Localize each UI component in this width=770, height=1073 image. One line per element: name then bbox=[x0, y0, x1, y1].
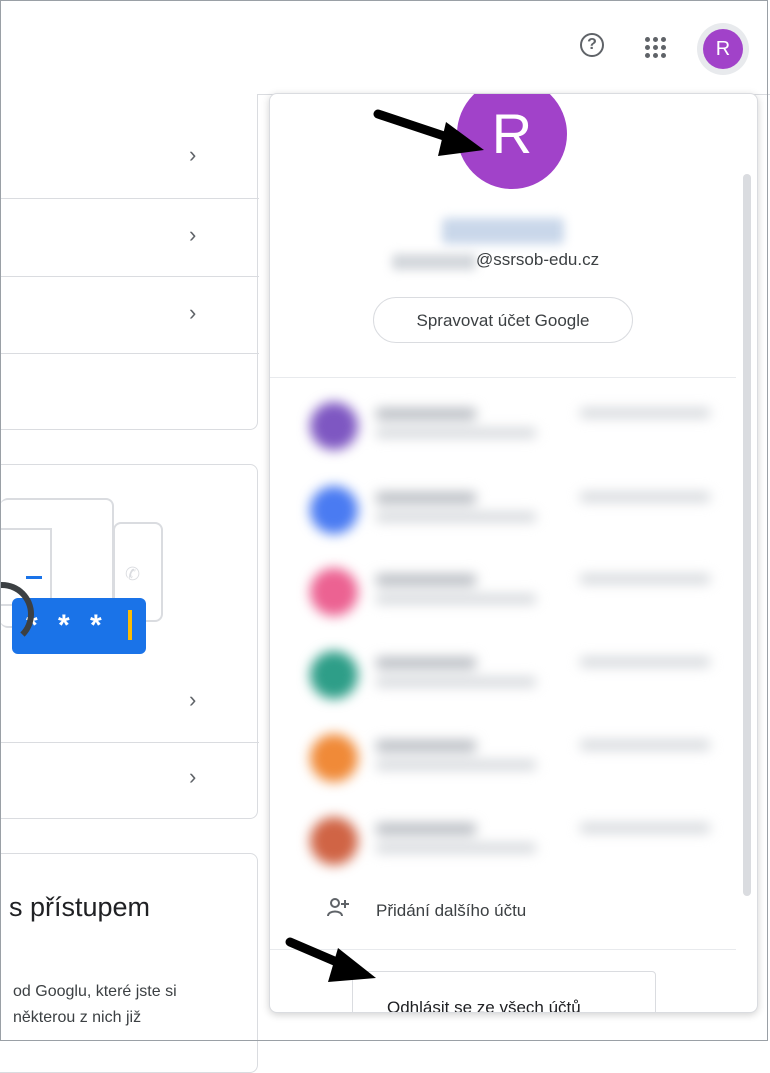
list-item[interactable] bbox=[0, 353, 259, 429]
other-account-item[interactable] bbox=[300, 722, 720, 792]
blurred-account-text bbox=[580, 408, 710, 418]
blurred-email-prefix bbox=[392, 254, 476, 270]
other-account-item[interactable] bbox=[300, 556, 720, 626]
apps-access-card: s přístupem od Googlu, které jste si něk… bbox=[0, 853, 258, 1073]
phone-icon: ✆ bbox=[125, 564, 141, 584]
card-body-text: od Googlu, které jste si některou z nich… bbox=[13, 983, 177, 1026]
blurred-user-name bbox=[442, 218, 564, 244]
blurred-account-text bbox=[580, 574, 710, 584]
blurred-account-text bbox=[376, 574, 476, 586]
help-icon[interactable]: ? bbox=[580, 33, 604, 57]
blurred-account-text bbox=[376, 677, 536, 687]
card-heading: s přístupem bbox=[9, 892, 151, 922]
apps-grid-icon[interactable] bbox=[645, 37, 667, 59]
blurred-account-text bbox=[580, 823, 710, 833]
manage-google-account-button[interactable]: Spravovat účet Google bbox=[373, 297, 633, 343]
account-avatar bbox=[310, 568, 358, 616]
chevron-right-icon: › bbox=[189, 142, 197, 167]
blurred-account-text bbox=[580, 657, 710, 667]
blurred-account-text bbox=[376, 428, 536, 438]
account-avatar bbox=[310, 402, 358, 450]
list-item[interactable]: › bbox=[0, 665, 259, 743]
blurred-account-text bbox=[376, 408, 476, 420]
chevron-right-icon: › bbox=[189, 222, 197, 247]
settings-card: › › › bbox=[0, 94, 259, 430]
account-avatar-button[interactable]: R bbox=[697, 23, 749, 75]
avatar-letter: R bbox=[703, 29, 743, 69]
other-account-item[interactable] bbox=[300, 639, 720, 709]
scrollbar[interactable] bbox=[743, 174, 751, 896]
sign-out-all-button[interactable]: Odhlásit se ze všech účtů bbox=[352, 971, 656, 1012]
account-avatar bbox=[310, 817, 358, 865]
blurred-account-text bbox=[376, 740, 476, 752]
blurred-account-text bbox=[376, 492, 476, 504]
blurred-account-text bbox=[376, 760, 536, 770]
account-switcher-panel: R @ssrsob-edu.cz Spravovat účet Google P… bbox=[269, 93, 758, 1013]
blurred-account-text bbox=[376, 657, 476, 669]
account-avatar bbox=[310, 486, 358, 534]
annotation-arrow-icon bbox=[373, 109, 484, 156]
blurred-account-text bbox=[580, 740, 710, 750]
other-account-item[interactable] bbox=[300, 390, 720, 460]
annotation-arrow-icon bbox=[285, 937, 376, 982]
chevron-right-icon: › bbox=[189, 687, 197, 712]
other-account-item[interactable] bbox=[300, 474, 720, 544]
blurred-account-text bbox=[376, 843, 536, 853]
blurred-account-text bbox=[376, 594, 536, 604]
blurred-account-text bbox=[580, 492, 710, 502]
add-account-link[interactable]: Přidání dalšího účtu bbox=[376, 901, 526, 921]
list-item[interactable]: › bbox=[0, 198, 259, 277]
blurred-account-text bbox=[376, 512, 536, 522]
add-person-icon bbox=[326, 897, 350, 925]
illustration-caret bbox=[128, 610, 132, 640]
blurred-account-text bbox=[376, 823, 476, 835]
chevron-right-icon: › bbox=[189, 300, 197, 325]
list-item[interactable]: › bbox=[0, 276, 259, 354]
list-item[interactable]: › bbox=[0, 742, 259, 819]
divider bbox=[270, 377, 736, 378]
list-item[interactable]: › bbox=[0, 94, 259, 199]
top-app-bar: ? R bbox=[0, 0, 770, 95]
chevron-right-icon: › bbox=[189, 764, 197, 789]
illustration-accent bbox=[26, 576, 42, 579]
other-account-item[interactable] bbox=[300, 805, 720, 875]
user-email: @ssrsob-edu.cz bbox=[476, 250, 600, 269]
account-avatar bbox=[310, 651, 358, 699]
account-avatar bbox=[310, 734, 358, 782]
